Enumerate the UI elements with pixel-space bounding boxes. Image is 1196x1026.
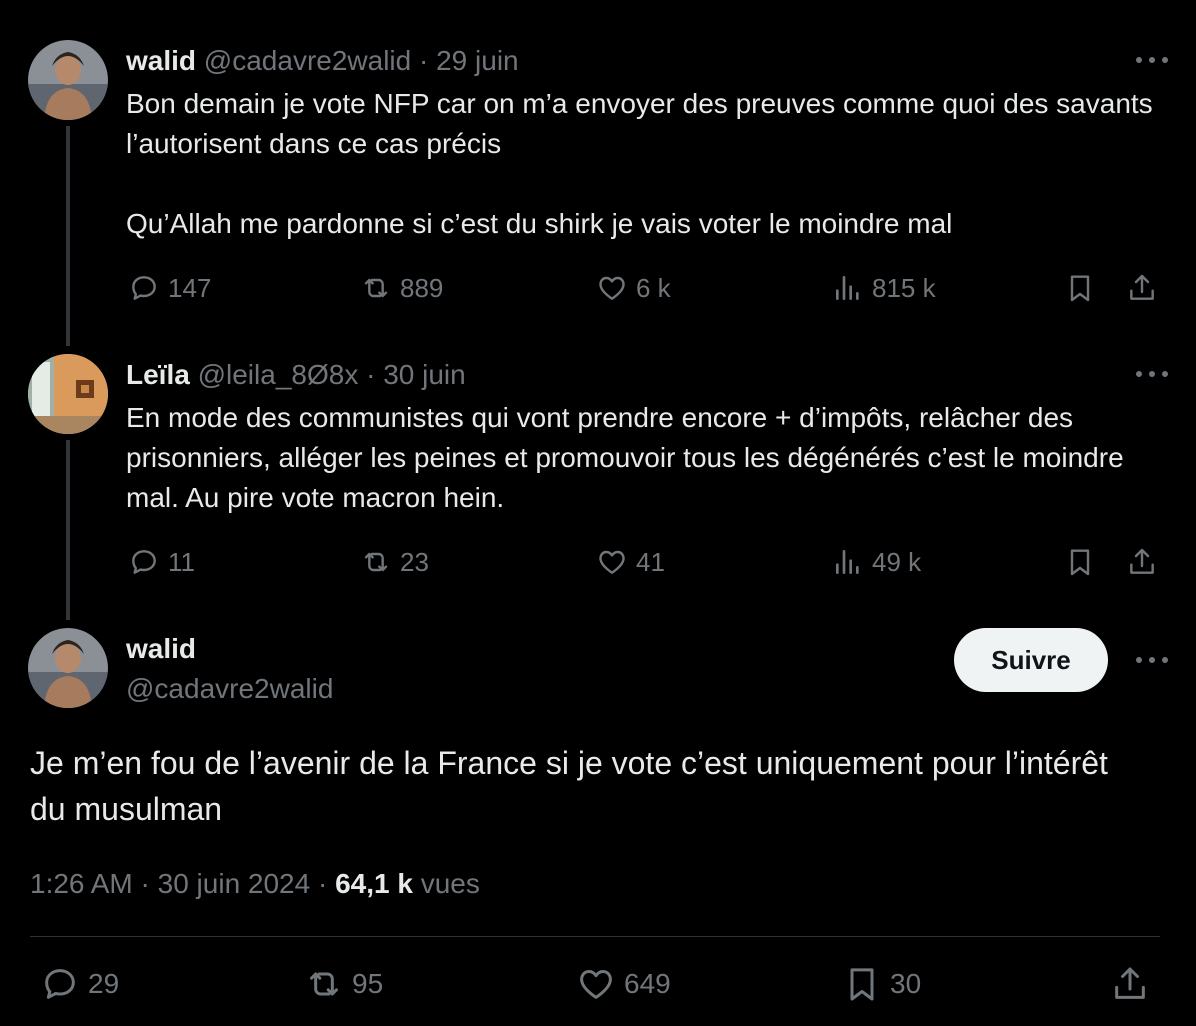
tweet-header: walid @cadavre2walid · 29 juin [126, 44, 519, 78]
like-button[interactable]: 41 [596, 546, 665, 578]
repost-count: 95 [352, 968, 384, 999]
repost-icon [310, 972, 338, 996]
display-name[interactable]: walid [126, 632, 196, 666]
tweet-text: En mode des communistes qui vont prendre… [126, 398, 1166, 518]
views-button[interactable]: 815 k [832, 272, 936, 304]
handle[interactable]: @cadavre2walid [204, 45, 411, 76]
repost-icon [364, 552, 388, 572]
reply-count: 11 [168, 546, 195, 577]
like-button[interactable]: 6 k [596, 272, 671, 304]
repost-count: 23 [400, 546, 429, 577]
heart-icon [580, 970, 612, 999]
repost-icon [364, 278, 388, 298]
share-button[interactable] [1126, 546, 1158, 578]
tweet-time[interactable]: 1:26 AM [30, 868, 133, 899]
separator: · [411, 45, 437, 76]
tweet-paragraph: Qu’Allah me pardonne si c’est du shirk j… [126, 208, 953, 239]
separator: · [132, 868, 158, 899]
tweet-date[interactable]: 30 juin 2024 [158, 868, 311, 899]
reply-button[interactable]: 11 [128, 546, 195, 578]
bookmark-button[interactable] [1064, 272, 1096, 304]
repost-button[interactable]: 95 [304, 964, 383, 1004]
tweet-paragraph: En mode des communistes qui vont prendre… [126, 402, 1124, 513]
views-icon [836, 276, 859, 300]
tweet-meta: 1:26 AM · 30 juin 2024 · 64,1 k vues [30, 866, 480, 902]
views-count[interactable]: 64,1 k [335, 868, 413, 899]
follow-button[interactable]: Suivre [954, 628, 1108, 692]
views-button[interactable]: 49 k [832, 546, 921, 578]
separator: · [358, 359, 384, 390]
views-icon [836, 550, 859, 574]
repost-button[interactable]: 889 [360, 272, 443, 304]
reply-icon [132, 276, 156, 300]
more-icon[interactable] [1136, 368, 1168, 380]
tweet-date[interactable]: 29 juin [436, 45, 519, 76]
handle[interactable]: @leila_8Ø8x [198, 359, 359, 390]
heart-icon [599, 276, 625, 300]
thread-connector [66, 440, 70, 620]
reply-count: 29 [88, 968, 120, 999]
reply-icon [132, 550, 156, 574]
like-count: 41 [636, 546, 665, 577]
repost-button[interactable]: 23 [360, 546, 429, 578]
thread-connector [66, 126, 70, 346]
share-icon [1115, 967, 1145, 999]
reply-button[interactable]: 147 [128, 272, 211, 304]
repost-count: 889 [400, 272, 444, 303]
views-count: 815 k [872, 272, 936, 303]
like-button[interactable]: 649 [576, 964, 671, 1004]
like-count: 6 k [636, 272, 671, 303]
tweet-text: Bon demain je vote NFP car on m’a envoye… [126, 84, 1166, 244]
share-button[interactable] [1110, 964, 1150, 1004]
separator: · [310, 868, 336, 899]
tweet-header: Leïla @leila_8Ø8x · 30 juin [126, 358, 466, 392]
reply-icon [45, 969, 75, 999]
bookmark-count: 30 [890, 968, 922, 999]
share-icon [1130, 548, 1154, 574]
bookmark-button[interactable]: 30 [842, 964, 921, 1004]
bookmark-icon [1070, 275, 1090, 302]
bookmark-button[interactable] [1064, 546, 1096, 578]
tweet-paragraph: Bon demain je vote NFP car on m’a envoye… [126, 88, 1153, 159]
views-label: vues [412, 868, 480, 899]
like-count: 649 [624, 968, 671, 999]
bookmark-icon [850, 968, 874, 1001]
bookmark-icon [1070, 549, 1090, 576]
display-name[interactable]: Leïla [126, 359, 190, 390]
divider [30, 936, 1160, 937]
share-icon [1130, 274, 1154, 300]
share-button[interactable] [1126, 272, 1158, 304]
tweet-date[interactable]: 30 juin [383, 359, 466, 390]
reply-button[interactable]: 29 [40, 964, 119, 1004]
reply-count: 147 [168, 272, 212, 303]
handle[interactable]: @cadavre2walid [126, 672, 333, 706]
more-icon[interactable] [1136, 654, 1168, 666]
display-name[interactable]: walid [126, 45, 196, 76]
heart-icon [599, 550, 625, 574]
views-count: 49 k [872, 546, 922, 577]
avatar[interactable] [28, 628, 108, 708]
more-icon[interactable] [1136, 54, 1168, 66]
avatar[interactable] [28, 40, 108, 120]
main-tweet-text: Je m’en fou de l’avenir de la France si … [30, 745, 1108, 827]
avatar[interactable] [28, 354, 108, 434]
